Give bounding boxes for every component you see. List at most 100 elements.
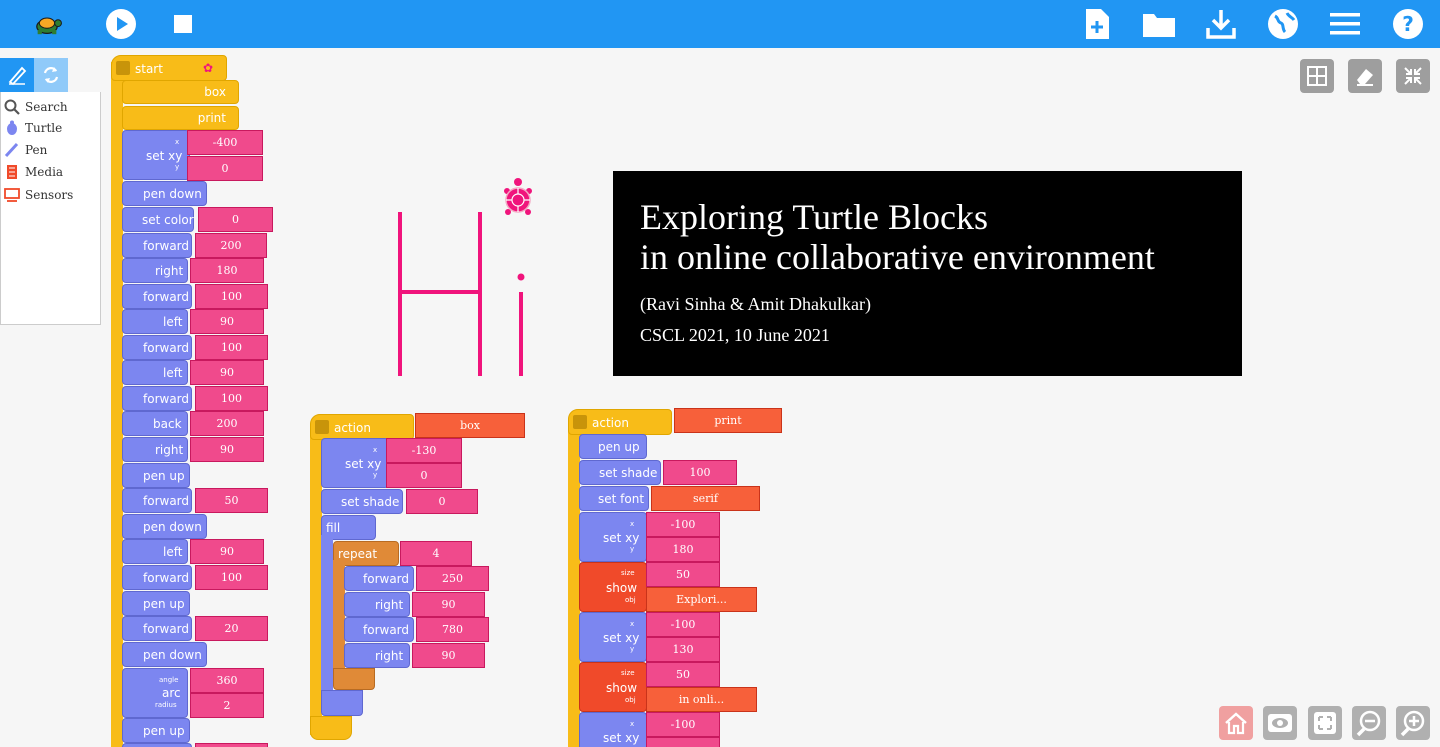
pen-down-block[interactable]: pen down [122, 514, 207, 539]
set-color-block[interactable]: set color [122, 207, 194, 232]
number-arg[interactable]: -100 [646, 712, 720, 737]
open-folder-icon[interactable] [1142, 7, 1176, 41]
pen-down-block[interactable]: pen down [122, 642, 207, 667]
forward-block[interactable]: forward [122, 335, 192, 360]
palette-tab-edit[interactable] [0, 58, 34, 92]
pen-up-block[interactable]: pen up [579, 434, 647, 459]
number-arg[interactable]: 0 [406, 489, 478, 514]
download-icon[interactable] [1204, 7, 1238, 41]
collapse-button[interactable] [1396, 59, 1430, 93]
number-arg[interactable]: 90 [190, 539, 264, 564]
number-arg[interactable]: 250 [416, 566, 489, 591]
setxy-block[interactable]: set xy x [579, 712, 647, 747]
arc-block[interactable]: arc angle radius [122, 668, 188, 718]
set-shade-block[interactable]: set shade [579, 460, 661, 485]
number-arg[interactable]: 100 [195, 284, 268, 309]
number-arg[interactable]: 90 [190, 437, 264, 462]
setxy-block[interactable]: set xy x y [321, 438, 389, 488]
number-arg[interactable]: 100 [195, 386, 268, 411]
number-arg[interactable]: 180 [190, 258, 264, 283]
palette-item-sensors[interactable]: Sensors [3, 185, 73, 205]
left-block[interactable]: left [122, 309, 188, 334]
turtle-sprite-icon[interactable] [500, 176, 536, 220]
start-block[interactable]: start ✿ [111, 55, 227, 81]
palette-item-media[interactable]: Media [3, 162, 63, 182]
set-font-block[interactable]: set font [579, 486, 649, 511]
number-arg[interactable]: 200 [195, 233, 267, 258]
number-arg[interactable]: 0 [198, 207, 273, 232]
palette-item-search[interactable]: Search [3, 97, 68, 117]
action-name-arg[interactable]: print [674, 408, 782, 433]
home-button[interactable] [1219, 706, 1253, 740]
pen-up-block[interactable]: pen up [122, 591, 190, 616]
stop-icon[interactable] [166, 7, 200, 41]
palette-item-turtle[interactable]: Turtle [3, 118, 62, 138]
forward-block[interactable]: forward [122, 488, 192, 513]
number-arg[interactable]: 4 [400, 541, 472, 566]
setxy-block[interactable]: set xy x y [579, 612, 647, 662]
number-arg[interactable]: 0 [386, 463, 462, 488]
right-block[interactable]: right [122, 437, 188, 462]
expand-blocks-button[interactable] [1308, 706, 1342, 740]
number-arg[interactable]: 360 [190, 668, 264, 693]
collapse-icon[interactable] [573, 415, 587, 429]
number-arg[interactable]: 130 [646, 637, 720, 662]
number-arg[interactable]: 100 [663, 460, 737, 485]
zoom-out-button[interactable] [1352, 706, 1386, 740]
number-arg[interactable] [646, 737, 720, 747]
text-arg[interactable]: serif [651, 486, 760, 511]
number-arg[interactable]: 50 [646, 662, 720, 687]
print-call-block[interactable]: print [122, 106, 239, 130]
number-arg[interactable]: 100 [195, 335, 268, 360]
pen-down-block[interactable]: pen down [122, 181, 207, 206]
number-arg[interactable]: -400 [187, 130, 263, 155]
forward-block[interactable]: forward [122, 386, 192, 411]
forward-block[interactable]: forward [122, 565, 192, 590]
number-arg[interactable]: 200 [190, 411, 264, 436]
right-block[interactable]: right [344, 592, 410, 617]
back-block[interactable]: back [122, 411, 188, 436]
number-arg[interactable]: -100 [646, 512, 720, 537]
number-arg[interactable]: 2 [190, 693, 264, 718]
text-arg[interactable]: Explori... [646, 587, 757, 612]
forward-block[interactable]: forward [344, 566, 414, 591]
zoom-in-button[interactable] [1396, 706, 1430, 740]
turtle-logo-icon[interactable] [30, 7, 64, 41]
right-block[interactable]: right [122, 258, 188, 283]
next-block[interactable] [122, 743, 192, 747]
globe-icon[interactable] [1266, 7, 1300, 41]
setxy-block[interactable]: set xy x y [579, 512, 647, 562]
number-arg[interactable]: 20 [195, 616, 268, 641]
left-block[interactable]: left [122, 539, 188, 564]
collapse-icon[interactable] [116, 61, 130, 75]
number-arg[interactable]: 780 [416, 617, 489, 642]
setxy-block[interactable]: set xy x y [122, 130, 190, 180]
palette-item-pen[interactable]: Pen [3, 140, 47, 160]
forward-block[interactable]: forward [122, 616, 192, 641]
number-arg[interactable]: 50 [195, 488, 268, 513]
collapse-icon[interactable] [315, 420, 329, 434]
play-icon[interactable] [104, 7, 138, 41]
number-arg[interactable]: 90 [190, 309, 264, 334]
menu-icon[interactable] [1328, 7, 1362, 41]
number-arg[interactable]: -130 [386, 438, 462, 463]
show-block[interactable]: show size obj [579, 662, 647, 712]
clear-button[interactable] [1348, 59, 1382, 93]
number-arg[interactable]: -100 [646, 612, 720, 637]
number-arg[interactable]: 100 [195, 565, 268, 590]
show-hide-blocks-button[interactable] [1263, 706, 1297, 740]
number-arg[interactable]: 90 [190, 360, 264, 385]
help-icon[interactable]: ? [1391, 7, 1425, 41]
action-hat-block[interactable]: action [310, 414, 414, 440]
forward-block[interactable]: forward [344, 617, 414, 642]
action-name-arg[interactable]: box [415, 413, 525, 438]
palette-tab-refresh[interactable] [34, 58, 68, 92]
pen-up-block[interactable]: pen up [122, 718, 190, 743]
show-block[interactable]: show size obj [579, 562, 647, 612]
set-shade-block[interactable]: set shade [321, 489, 403, 514]
number-arg[interactable]: 90 [412, 592, 485, 617]
number-arg[interactable]: 50 [646, 562, 720, 587]
right-block[interactable]: right [344, 643, 410, 668]
number-arg[interactable]: 0 [187, 156, 263, 181]
new-project-icon[interactable] [1080, 7, 1114, 41]
